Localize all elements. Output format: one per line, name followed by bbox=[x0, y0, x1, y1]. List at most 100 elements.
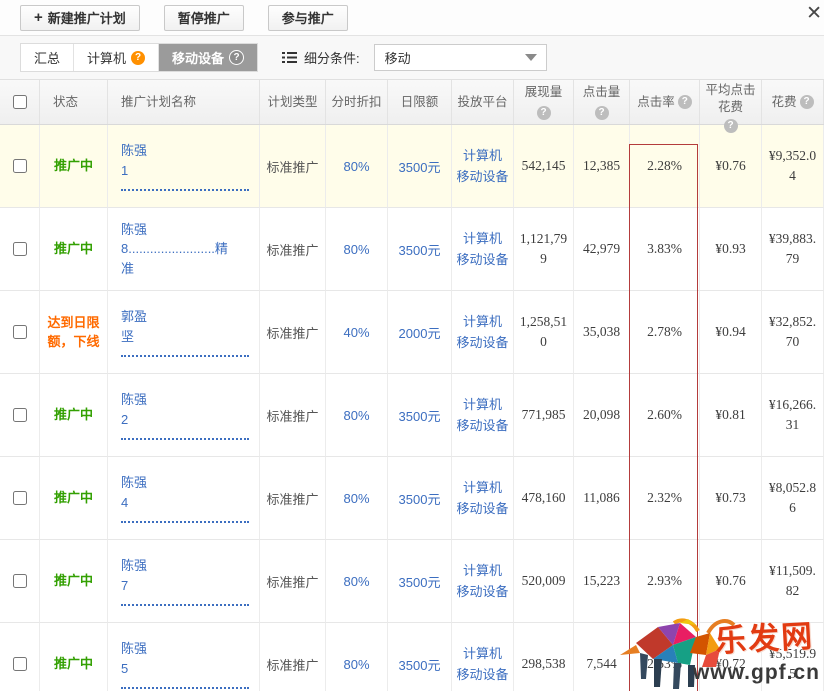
column-header-discount: 分时折扣 bbox=[326, 80, 388, 124]
row-checkbox[interactable] bbox=[12, 159, 27, 173]
time-discount-link[interactable]: 80% bbox=[343, 242, 369, 257]
platform-cell: 计算机 移动设备 bbox=[452, 125, 514, 208]
plan-name-line: 陈强 bbox=[121, 475, 148, 490]
platform-link[interactable]: 计算机 bbox=[463, 560, 502, 581]
plan-name-line: 1 bbox=[121, 162, 129, 178]
plan-name-dotted-underline bbox=[121, 512, 249, 523]
time-discount-cell: 80% bbox=[326, 374, 388, 457]
platform-link[interactable]: 计算机 bbox=[463, 643, 502, 664]
platform-link[interactable]: 移动设备 bbox=[456, 166, 508, 187]
cost-cell: ¥8,052.86 bbox=[762, 457, 824, 540]
status-badge: 推广中 bbox=[53, 158, 93, 174]
tab-mobile-devices[interactable]: 移动设备 ? bbox=[159, 44, 258, 71]
avg-click-cost-cell: ¥0.76 bbox=[700, 125, 762, 208]
plan-type-cell: 标准推广 bbox=[260, 374, 326, 457]
new-plan-button[interactable]: + 新建推广计划 bbox=[20, 4, 140, 31]
plan-name-line: 陈强 bbox=[121, 392, 148, 407]
row-checkbox[interactable] bbox=[12, 325, 27, 339]
time-discount-link[interactable]: 80% bbox=[343, 574, 369, 589]
row-checkbox[interactable] bbox=[12, 657, 27, 671]
plan-name-link[interactable]: 郭盈坚 bbox=[121, 307, 249, 357]
platform-link[interactable]: 计算机 bbox=[463, 228, 502, 249]
segment-dropdown[interactable]: 移动 bbox=[373, 44, 547, 71]
plan-name-dotted-underline bbox=[121, 429, 249, 440]
platform-link[interactable]: 移动设备 bbox=[456, 664, 508, 685]
plan-name-link[interactable]: 陈强 4 bbox=[121, 473, 249, 523]
platform-link[interactable]: 移动设备 bbox=[456, 332, 508, 353]
plan-name-dotted-underline bbox=[121, 595, 249, 606]
close-icon[interactable]: ✕ bbox=[806, 4, 822, 23]
row-checkbox[interactable] bbox=[12, 491, 27, 505]
daily-limit-link[interactable]: 3500元 bbox=[399, 572, 441, 591]
metric-value: ¥11,509.82 bbox=[769, 562, 816, 598]
plan-name-link[interactable]: 陈强 2 bbox=[121, 390, 249, 440]
pause-promotion-button[interactable]: 暂停推广 bbox=[163, 4, 244, 31]
tab-summary-label: 汇总 bbox=[34, 51, 61, 66]
table-header-row: 状态 推广计划名称 计划类型 分时折扣 日限额 投放平台 展现量? 点击量? 点击率? 平均点击花… bbox=[0, 80, 824, 133]
metric-value: ¥0.73 bbox=[715, 489, 746, 505]
metric-value: 520,009 bbox=[521, 572, 566, 588]
metric-value: 2.28% bbox=[647, 157, 682, 173]
plan-name-line: 7 bbox=[121, 577, 129, 593]
metric-value: ¥0.81 bbox=[715, 406, 746, 422]
help-icon[interactable]: ? bbox=[594, 106, 609, 121]
daily-limit-link[interactable]: 3500元 bbox=[399, 489, 441, 508]
row-select-cell bbox=[0, 457, 40, 540]
platform-link[interactable]: 移动设备 bbox=[456, 249, 508, 270]
daily-limit-link[interactable]: 3500元 bbox=[399, 406, 441, 425]
plan-name-link[interactable]: 陈强 5 bbox=[121, 639, 249, 689]
avg-click-cost-cell: ¥0.93 bbox=[700, 208, 762, 291]
platform-link[interactable]: 计算机 bbox=[463, 394, 502, 415]
plan-name-link[interactable]: 陈强 8........................精准 bbox=[121, 220, 249, 279]
column-header-platform: 投放平台 bbox=[452, 80, 514, 124]
time-discount-cell: 40% bbox=[326, 291, 388, 374]
avg-click-cost-cell: ¥0.81 bbox=[700, 374, 762, 457]
plan-name-link[interactable]: 陈强 7 bbox=[121, 556, 249, 606]
platform-link[interactable]: 计算机 bbox=[463, 311, 502, 332]
chevron-down-icon bbox=[524, 54, 537, 61]
time-discount-link[interactable]: 80% bbox=[343, 408, 369, 423]
platform-link[interactable]: 计算机 bbox=[463, 477, 502, 498]
platform-link[interactable]: 移动设备 bbox=[456, 498, 508, 519]
platform-link[interactable]: 移动设备 bbox=[456, 581, 508, 602]
help-icon[interactable]: ? bbox=[131, 50, 146, 65]
time-discount-link[interactable]: 80% bbox=[343, 657, 369, 672]
status-badge: 达到日限额，下线 bbox=[47, 314, 100, 350]
platform-link[interactable]: 移动设备 bbox=[456, 415, 508, 436]
row-checkbox[interactable] bbox=[12, 242, 27, 256]
daily-limit-link[interactable]: 3500元 bbox=[399, 240, 441, 259]
metric-value: 2.60% bbox=[647, 406, 682, 422]
daily-limit-cell: 3500元 bbox=[388, 125, 452, 208]
tab-mobile-devices-label: 移动设备 bbox=[172, 51, 225, 66]
time-discount-link[interactable]: 80% bbox=[343, 491, 369, 506]
row-checkbox[interactable] bbox=[12, 574, 27, 588]
plan-type-cell: 标准推广 bbox=[260, 125, 326, 208]
table-row: 推广中 陈强 1 标准推广 80% 3500元 计算机 移动设备 542,145 12,385 2.… bbox=[0, 125, 824, 208]
help-icon[interactable]: ? bbox=[536, 106, 551, 121]
plan-name-link[interactable]: 陈强 1 bbox=[121, 141, 249, 191]
join-promotion-button[interactable]: 参与推广 bbox=[267, 4, 348, 31]
time-discount-link[interactable]: 40% bbox=[343, 325, 369, 340]
table-row: 推广中 陈强 4 标准推广 80% 3500元 计算机 移动设备 478,160 11,086 2.… bbox=[0, 457, 824, 540]
row-checkbox[interactable] bbox=[12, 408, 27, 422]
select-all-checkbox[interactable] bbox=[12, 95, 27, 109]
column-header-label: 花费 bbox=[771, 94, 797, 109]
help-icon[interactable]: ? bbox=[229, 50, 245, 65]
time-discount-link[interactable]: 80% bbox=[343, 159, 369, 174]
help-icon[interactable]: ? bbox=[799, 95, 814, 109]
table-row: 推广中 陈强 2 标准推广 80% 3500元 计算机 移动设备 771,985 20,098 2.… bbox=[0, 374, 824, 457]
impressions-cell: 298,538 bbox=[514, 623, 574, 691]
tab-summary[interactable]: 汇总 bbox=[21, 44, 75, 71]
daily-limit-link[interactable]: 2000元 bbox=[399, 323, 441, 342]
column-header-label: 投放平台 bbox=[457, 94, 508, 109]
daily-limit-cell: 3500元 bbox=[388, 540, 452, 623]
daily-limit-link[interactable]: 3500元 bbox=[399, 655, 441, 674]
plan-name-cell: 陈强 5 bbox=[108, 623, 260, 691]
plan-name-dotted-underline bbox=[121, 346, 249, 357]
time-discount-cell: 80% bbox=[326, 125, 388, 208]
tab-computer[interactable]: 计算机 ? bbox=[74, 44, 160, 71]
plan-name-cell: 陈强 7 bbox=[108, 540, 260, 623]
daily-limit-link[interactable]: 3500元 bbox=[399, 157, 441, 176]
platform-link[interactable]: 计算机 bbox=[463, 145, 502, 166]
help-icon[interactable]: ? bbox=[677, 95, 692, 109]
